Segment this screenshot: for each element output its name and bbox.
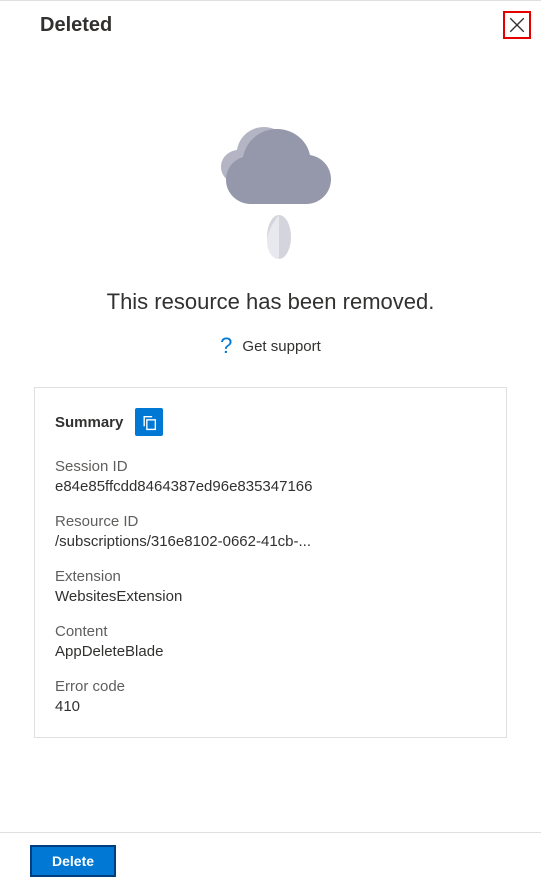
field-content: Content AppDeleteBlade <box>55 623 486 660</box>
cloud-rain-icon <box>191 109 351 269</box>
summary-title: Summary <box>55 414 123 431</box>
field-label: Session ID <box>55 458 486 475</box>
field-value: /subscriptions/316e8102-0662-41cb-... <box>55 533 486 550</box>
close-button[interactable] <box>503 11 531 39</box>
copy-icon <box>141 414 158 431</box>
field-extension: Extension WebsitesExtension <box>55 568 486 605</box>
help-icon: ? <box>220 333 232 359</box>
field-value: 410 <box>55 698 486 715</box>
field-value: AppDeleteBlade <box>55 643 486 660</box>
panel-title: Deleted <box>40 14 112 37</box>
panel-footer: Delete <box>0 832 541 889</box>
field-value: WebsitesExtension <box>55 588 486 605</box>
copy-button[interactable] <box>135 408 163 436</box>
close-icon <box>508 16 526 34</box>
field-label: Error code <box>55 678 486 695</box>
field-session-id: Session ID e84e85ffcdd8464387ed96e835347… <box>55 458 486 495</box>
summary-header: Summary <box>55 408 486 436</box>
summary-box: Summary Session ID e84e85ffcdd8464387ed9… <box>34 387 507 738</box>
field-value: e84e85ffcdd8464387ed96e835347166 <box>55 478 486 495</box>
field-error-code: Error code 410 <box>55 678 486 715</box>
support-link-text: Get support <box>242 338 320 355</box>
cloud-illustration <box>34 109 507 269</box>
delete-button[interactable]: Delete <box>30 845 116 877</box>
field-label: Extension <box>55 568 486 585</box>
get-support-link[interactable]: ? Get support <box>34 333 507 359</box>
removed-message: This resource has been removed. <box>34 289 507 315</box>
panel-content: This resource has been removed. ? Get su… <box>0 49 541 768</box>
field-label: Resource ID <box>55 513 486 530</box>
field-label: Content <box>55 623 486 640</box>
field-resource-id: Resource ID /subscriptions/316e8102-0662… <box>55 513 486 550</box>
panel-header: Deleted <box>0 0 541 49</box>
